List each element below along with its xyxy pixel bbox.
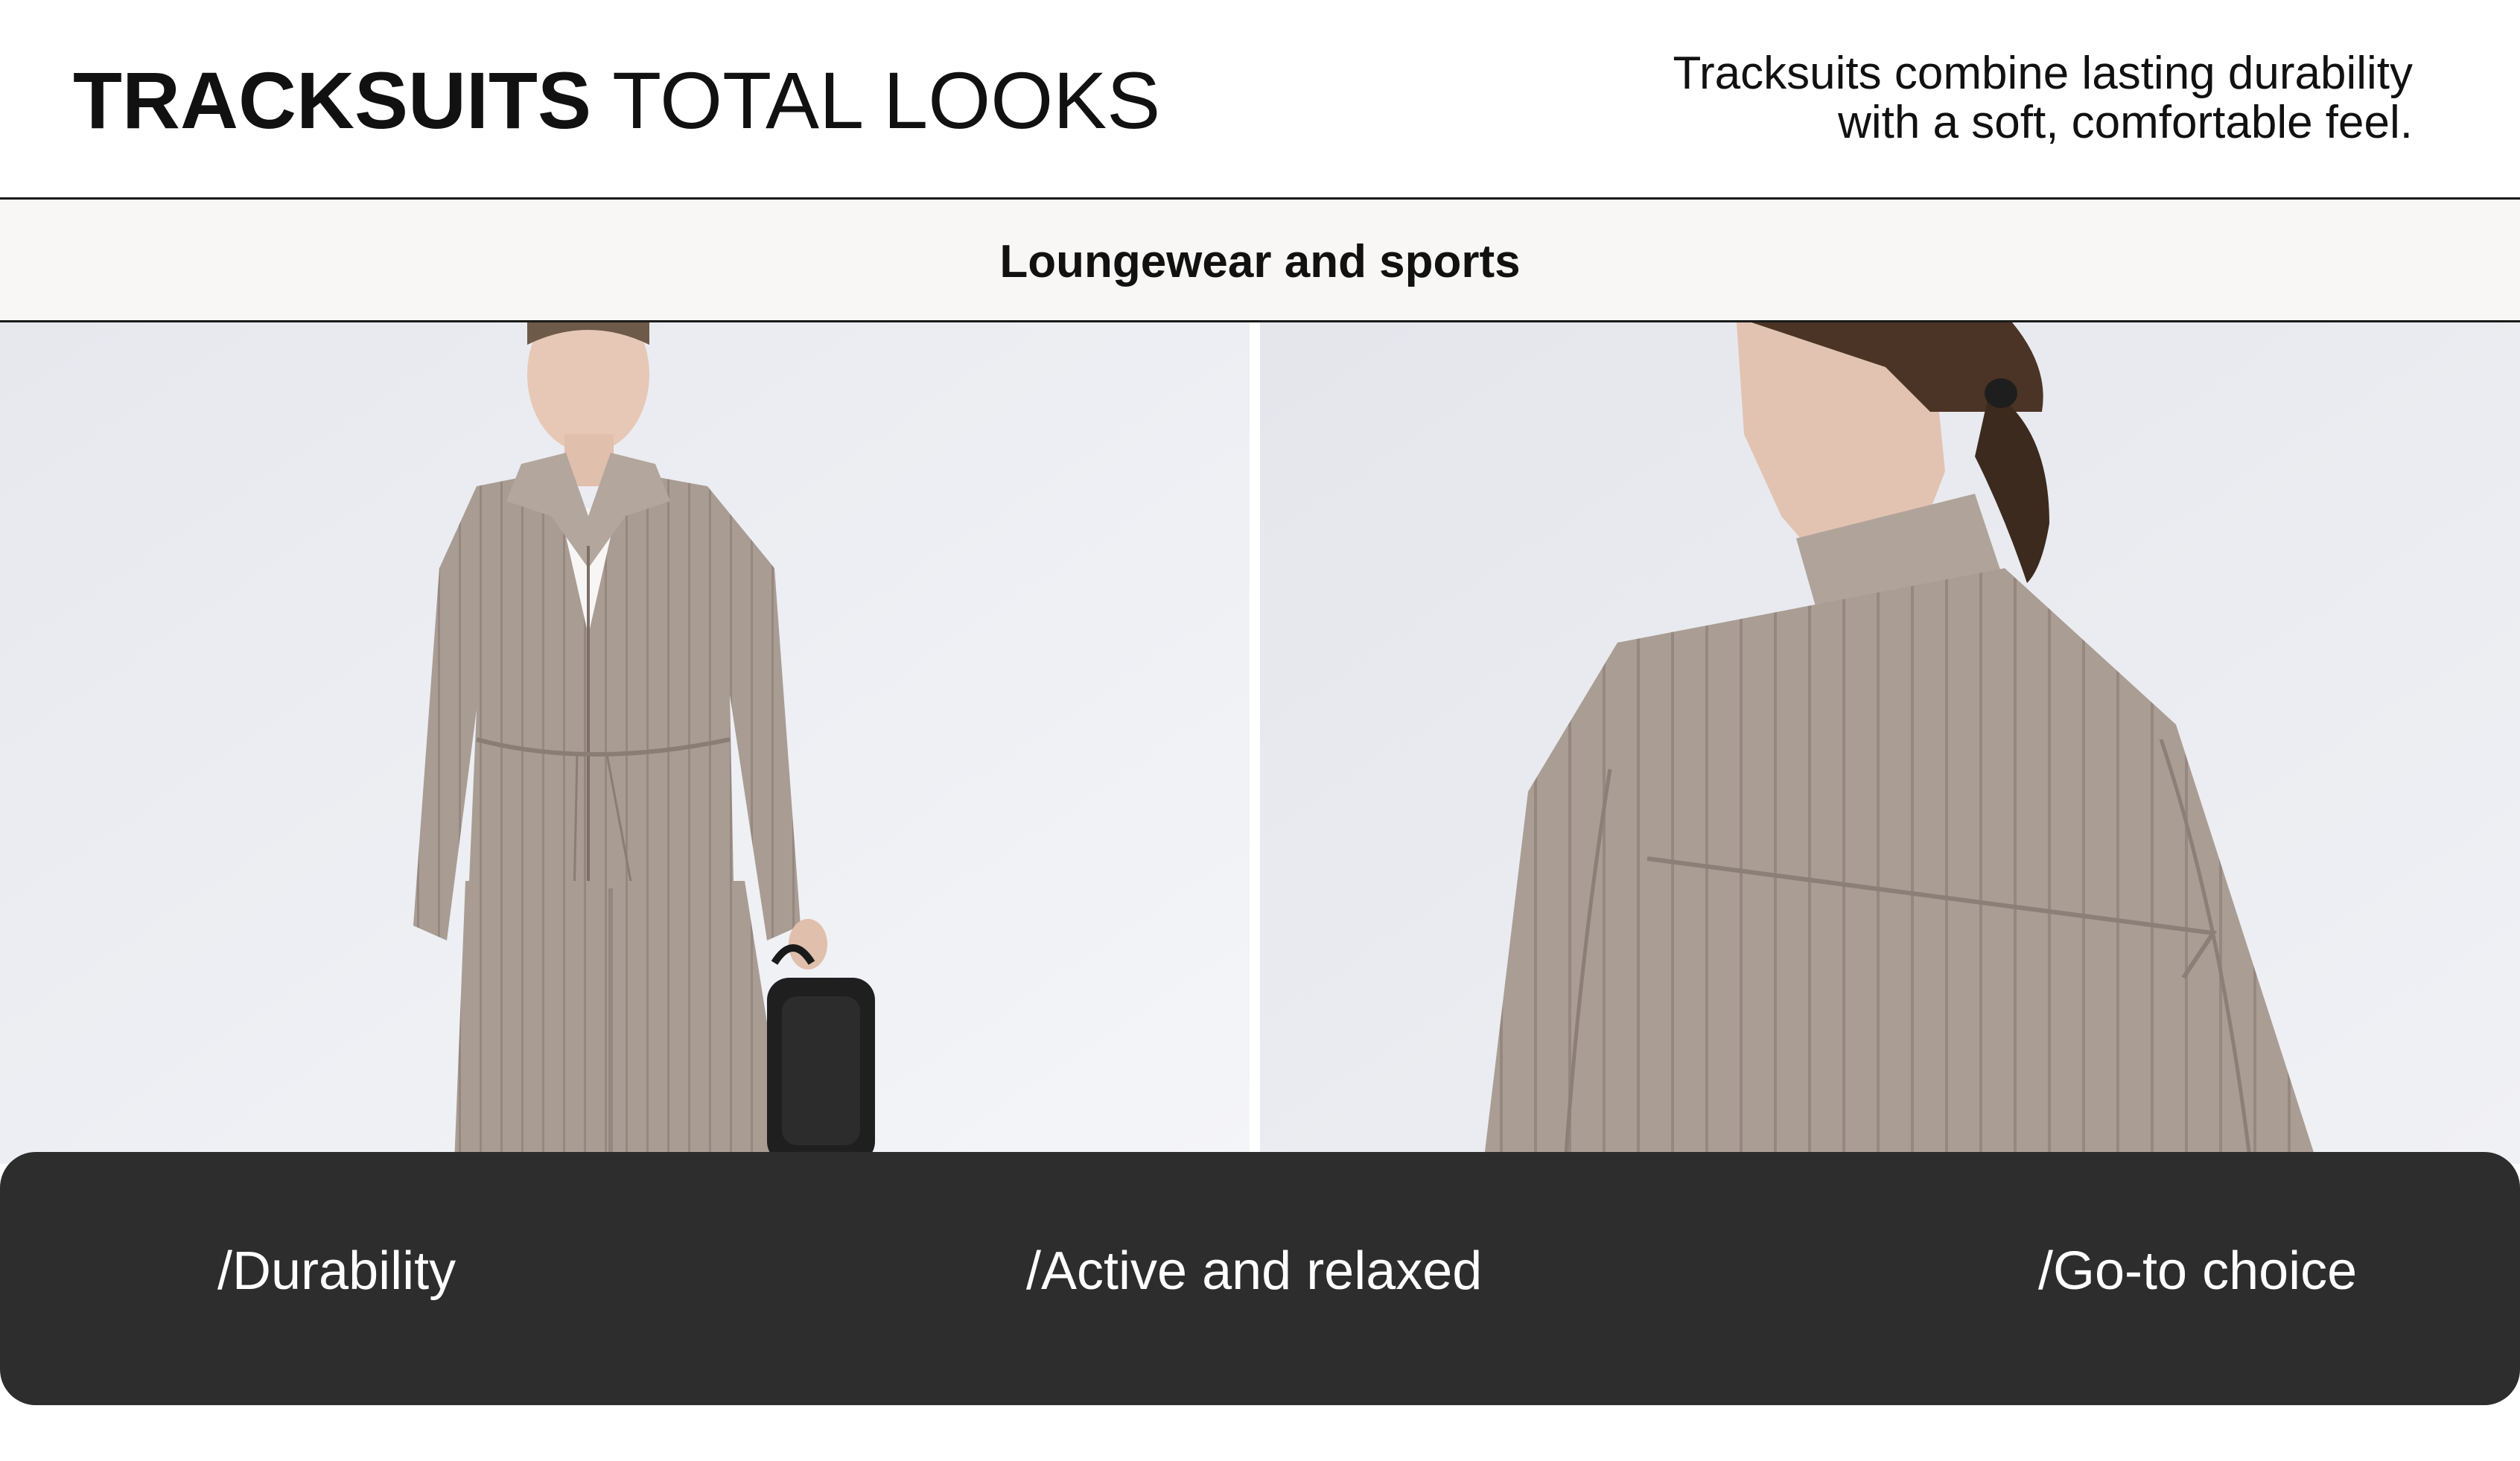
header: TRACKSUITS TOTAL LOOKS Tracksuits combin… [0,0,2520,197]
model-front-photo [0,322,1250,1164]
tagline-line-1: Tracksuits combine lasting durability [1673,48,2413,99]
page-title: TRACKSUITS TOTAL LOOKS [73,52,1160,149]
model-back-image [1260,322,2520,1164]
page: TRACKSUITS TOTAL LOOKS Tracksuits combin… [0,0,2520,1461]
subheader-title: Loungewear and sports [999,236,1521,287]
features-bar: /Durability /Active and relaxed /Go-to c… [0,1152,2520,1405]
subheader-bar: Loungewear and sports [0,197,2520,322]
feature-durability: /Durability [217,1241,456,1301]
page-title-light: TOTAL LOOKS [612,55,1161,145]
page-title-bold: TRACKSUITS [73,55,591,145]
model-front-image [0,322,1250,1164]
tagline-line-2: with a soft, comfortable feel. [1838,97,2413,148]
feature-go-to-choice: /Go-to choice [2038,1241,2358,1301]
tagline: Tracksuits combine lasting durability wi… [1445,49,2413,147]
model-back-photo [1260,322,2520,1164]
photo-divider [1250,322,1260,1164]
feature-active-relaxed: /Active and relaxed [1026,1241,1483,1301]
